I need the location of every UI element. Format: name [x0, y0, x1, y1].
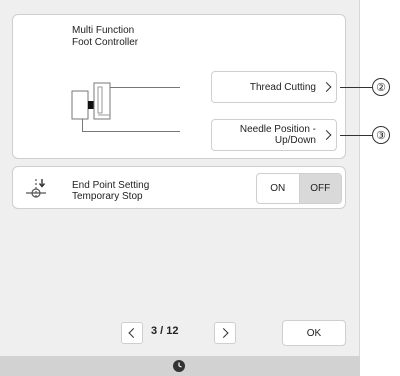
end-point-label-line-1: End Point Setting [72, 180, 150, 191]
end-point-label-line-2: Temporary Stop [72, 191, 143, 202]
ok-button[interactable]: OK [282, 320, 346, 346]
chevron-right-icon [218, 328, 229, 338]
foot-controller-title: Multi Function Foot Controller [72, 25, 138, 49]
on-button[interactable]: ON [257, 174, 299, 203]
connector-line-top [110, 87, 180, 88]
page-indicator: 3 / 12 [151, 325, 179, 337]
next-page-button[interactable] [214, 322, 236, 344]
end-point-label: End Point Setting Temporary Stop [72, 180, 149, 202]
foot-controller-icon [71, 82, 111, 120]
callout-2: ② [372, 78, 390, 96]
end-point-icon [26, 179, 46, 199]
clock-icon [173, 360, 185, 372]
callout-line-3 [340, 135, 372, 136]
title-line-1: Multi Function [72, 25, 135, 36]
title-line-2: Foot Controller [72, 37, 139, 48]
settings-screen: Multi Function Foot Controller Thread Cu… [0, 0, 360, 376]
previous-page-button[interactable] [121, 322, 143, 344]
needle-position-label-2: Up/Down [274, 135, 316, 146]
chevron-left-icon [128, 328, 139, 338]
off-button[interactable]: OFF [298, 174, 341, 203]
chevron-right-icon [321, 130, 332, 140]
foot-controller-panel: Multi Function Foot Controller Thread Cu… [12, 14, 346, 159]
thread-cutting-button[interactable]: Thread Cutting [211, 71, 337, 103]
footer-bar [0, 356, 360, 376]
end-point-setting-row: End Point Setting Temporary Stop ON OFF [12, 166, 346, 209]
chevron-right-icon [321, 82, 332, 92]
thread-cutting-label: Thread Cutting [249, 81, 316, 93]
callout-3: ③ [372, 126, 390, 144]
connector-line-bottom [82, 131, 180, 132]
end-point-toggle: ON OFF [256, 173, 342, 204]
callout-line-2 [340, 87, 372, 88]
needle-position-button[interactable]: Needle Position - Up/Down [211, 119, 337, 151]
needle-position-label-1: Needle Position - [239, 124, 316, 135]
